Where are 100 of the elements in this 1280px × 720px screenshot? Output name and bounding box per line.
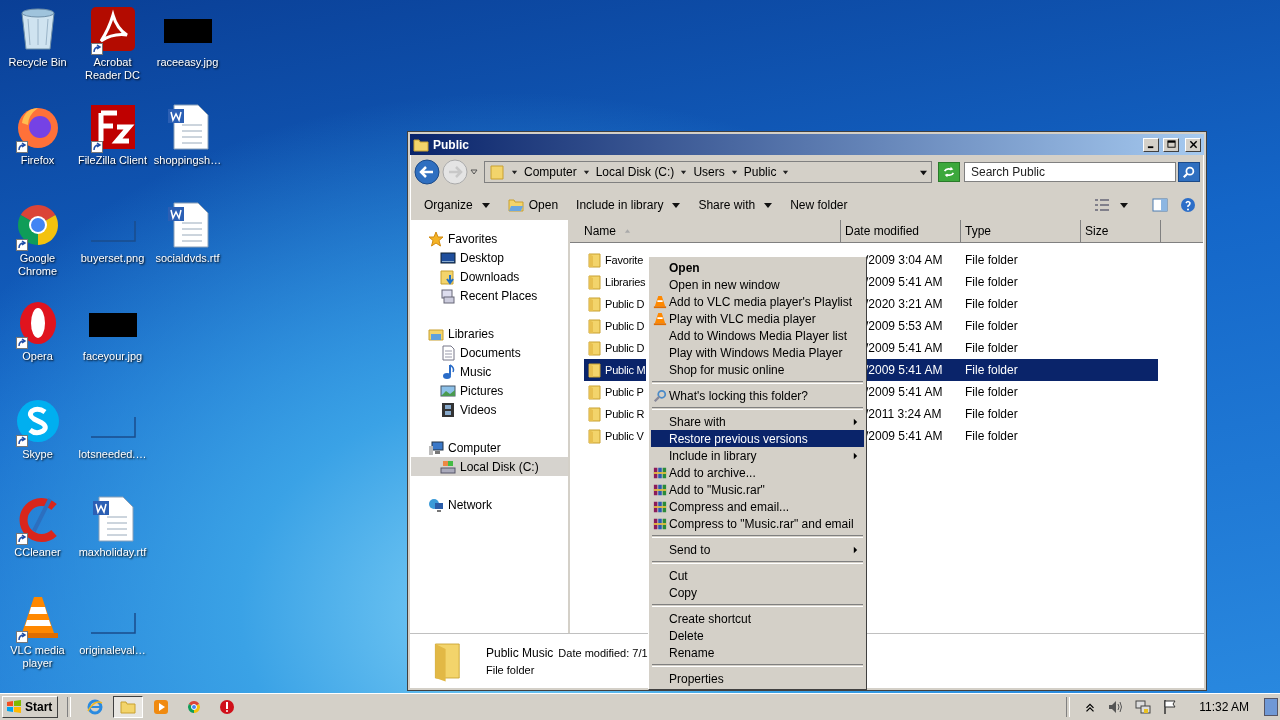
maximize-button[interactable]	[1163, 137, 1179, 152]
nav-item[interactable]: Music	[411, 362, 568, 381]
breadcrumb-item[interactable]: Users	[693, 165, 725, 179]
nav-item[interactable]: Favorites	[411, 229, 568, 248]
nav-item[interactable]: Downloads	[411, 267, 568, 286]
toolbar-button[interactable]: Open	[499, 193, 567, 216]
nav-item[interactable]: Videos	[411, 400, 568, 419]
file-item[interactable]: Public V	[584, 425, 646, 447]
folder-icon	[507, 196, 524, 213]
column-header[interactable]: Name	[570, 220, 841, 242]
view-list-icon[interactable]	[1094, 196, 1110, 213]
toolbar-button[interactable]: Include in library	[568, 194, 689, 215]
nav-item[interactable]: Desktop	[411, 248, 568, 267]
maximize-icon	[1166, 140, 1176, 149]
column-header[interactable]: Type	[961, 220, 1081, 242]
search-button[interactable]	[1178, 162, 1200, 182]
menu-item[interactable]: Add to Windows Media Player list	[651, 327, 864, 344]
nav-item[interactable]: Network	[411, 495, 568, 514]
menu-item[interactable]: Delete	[651, 627, 864, 644]
chevron-icon[interactable]	[582, 168, 590, 176]
menu-item[interactable]: Play with VLC media player	[651, 310, 864, 327]
breadcrumb-item[interactable]: Public	[743, 165, 777, 179]
show-desktop-button[interactable]	[1264, 698, 1278, 716]
nav-item[interactable]: Documents	[411, 343, 568, 362]
breadcrumb-item[interactable]: Local Disk (C:)	[595, 165, 675, 179]
network-icon	[428, 496, 444, 513]
search-field[interactable]: Search Public	[964, 162, 1176, 182]
chevron-icon[interactable]	[730, 168, 738, 176]
close-button[interactable]	[1185, 137, 1201, 152]
menu-item[interactable]: Shop for music online	[651, 361, 864, 378]
menu-item[interactable]: Compress to "Music.rar" and email	[651, 515, 864, 532]
menu-item[interactable]: Restore previous versions	[651, 430, 864, 447]
icon-label: originaleval…	[78, 644, 147, 657]
menu-item[interactable]: What's locking this folder?	[651, 387, 864, 404]
close-icon	[1188, 140, 1198, 149]
dropdown-caret-icon[interactable]	[920, 168, 927, 176]
help-icon[interactable]	[1180, 196, 1196, 213]
folder-icon	[587, 252, 603, 268]
nav-item[interactable]: Libraries	[411, 324, 568, 343]
archive-icon	[653, 499, 667, 514]
breadcrumb-item[interactable]: Computer	[524, 165, 577, 179]
nav-item[interactable]: Local Disk (C:)	[411, 457, 568, 476]
back-button[interactable]	[414, 159, 440, 185]
menu-item[interactable]: Play with Windows Media Player	[651, 344, 864, 361]
file-item[interactable]: Public D	[584, 337, 646, 359]
menu-item[interactable]: Add to VLC media player's Playlist	[651, 293, 864, 310]
menu-item[interactable]: Open in new window	[651, 276, 864, 293]
menu-item[interactable]: Create shortcut	[651, 610, 864, 627]
icon-label: VLC media player	[9, 644, 66, 670]
menu-item[interactable]: Share with	[651, 413, 864, 430]
file-item[interactable]: Public R	[584, 403, 646, 425]
file-item[interactable]: Libraries	[584, 271, 646, 293]
play-icon	[153, 699, 170, 715]
file-item[interactable]: Public D	[584, 315, 646, 337]
file-item[interactable]: Public P	[584, 381, 646, 403]
chevron-icon[interactable]	[782, 168, 790, 176]
menu-item[interactable]: Add to "Music.rar"	[651, 481, 864, 498]
menu-item[interactable]: Rename	[651, 644, 864, 661]
file-item[interactable]: Favorite	[584, 249, 646, 271]
refresh-button[interactable]	[938, 162, 960, 182]
file-item[interactable]: Public D	[584, 293, 646, 315]
column-header[interactable]: Size	[1081, 220, 1161, 242]
minimize-button[interactable]	[1143, 137, 1159, 152]
toolbar-button[interactable]: New folder	[782, 194, 856, 215]
menu-item[interactable]: Send to	[651, 541, 864, 558]
folder-icon	[587, 406, 603, 422]
column-header[interactable]: Date modified	[841, 220, 961, 242]
type-cell-text: File folder	[964, 252, 1019, 269]
app-logo-icon[interactable]	[88, 103, 137, 151]
toolbar-button[interactable]: Organize	[416, 194, 498, 215]
recent-pages-caret-icon[interactable]	[470, 168, 478, 176]
nav-item[interactable]: Recent Places	[411, 286, 568, 305]
star-icon	[428, 230, 444, 247]
app-logo-icon	[219, 699, 236, 715]
network-icon[interactable]	[1135, 699, 1152, 715]
menu-item[interactable]: Open	[651, 259, 864, 276]
nav-item[interactable]: Pictures	[411, 381, 568, 400]
traffic-cone-icon	[653, 294, 667, 309]
menu-item[interactable]: Include in library	[651, 447, 864, 464]
menu-item[interactable]: Cut	[651, 567, 864, 584]
chevron-icon[interactable]	[680, 168, 688, 176]
flag-icon[interactable]	[1162, 699, 1179, 715]
menu-item[interactable]: Properties	[651, 670, 864, 687]
start-button[interactable]: Start	[2, 696, 59, 718]
nav-item[interactable]: Computer	[411, 438, 568, 457]
file-item[interactable]: Public M	[584, 359, 646, 381]
archive-icon	[653, 465, 667, 480]
date-modified: Date modified: 7/1	[558, 647, 648, 659]
taskbar-button[interactable]	[113, 696, 144, 718]
menu-item[interactable]: Add to archive...	[651, 464, 864, 481]
folder-icon	[413, 136, 429, 153]
chevron-icon[interactable]	[511, 168, 518, 176]
speaker-icon[interactable]	[1108, 699, 1125, 715]
menu-item[interactable]: Copy	[651, 584, 864, 601]
clock[interactable]: 11:32 AM	[1199, 700, 1249, 714]
app-logo-icon[interactable]	[88, 5, 137, 53]
address-bar[interactable]: Computer Local Disk (C:) Users Public	[484, 161, 932, 183]
toolbar-button[interactable]: Share with	[690, 194, 781, 215]
caret-icon[interactable]	[1120, 200, 1128, 209]
menu-item[interactable]: Compress and email...	[651, 498, 864, 515]
